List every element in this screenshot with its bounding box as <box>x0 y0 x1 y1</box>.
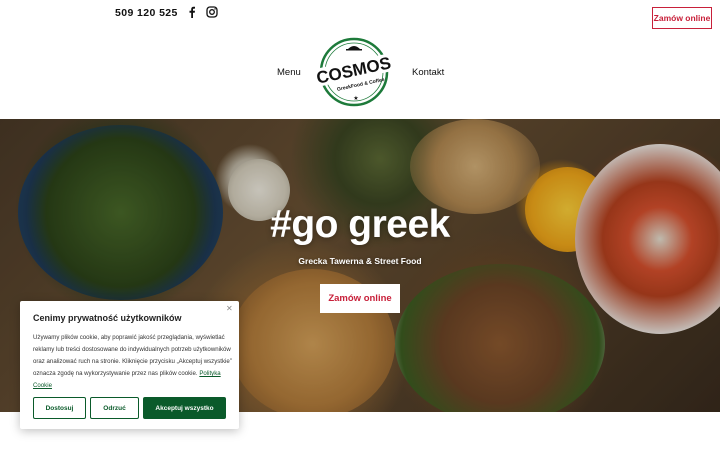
accept-all-button[interactable]: Akceptuj wszystko <box>143 397 226 419</box>
hero-subtitle: Grecka Tawerna & Street Food <box>298 256 422 266</box>
nav-kontakt-link[interactable]: Kontakt <box>412 67 444 78</box>
reject-button[interactable]: Odrzuć <box>90 397 139 419</box>
phone-number[interactable]: 509 120 525 <box>115 7 178 19</box>
cookie-consent-banner: Cenimy prywatność użytkowników ✕ Używamy… <box>20 301 239 429</box>
close-icon[interactable]: ✕ <box>226 304 233 313</box>
cosmos-logo[interactable]: COSMOS GreekFood & Coffee ★ <box>311 36 397 108</box>
nav-menu-link[interactable]: Menu <box>277 67 301 78</box>
svg-text:★: ★ <box>353 95 358 102</box>
hero-order-online-button[interactable]: Zamów online <box>320 284 400 313</box>
customize-button[interactable]: Dostosuj <box>33 397 86 419</box>
order-online-button[interactable]: Zamów online <box>652 7 712 29</box>
cookie-description: Używamy plików cookie, aby poprawić jako… <box>33 332 233 392</box>
site-header: 509 120 525 Zamów online Menu Kontakt CO… <box>0 0 720 119</box>
facebook-icon[interactable] <box>186 6 198 18</box>
cookie-title: Cenimy prywatność użytkowników <box>33 313 182 323</box>
hero-title: #go greek <box>270 203 450 246</box>
instagram-icon[interactable] <box>206 6 218 18</box>
